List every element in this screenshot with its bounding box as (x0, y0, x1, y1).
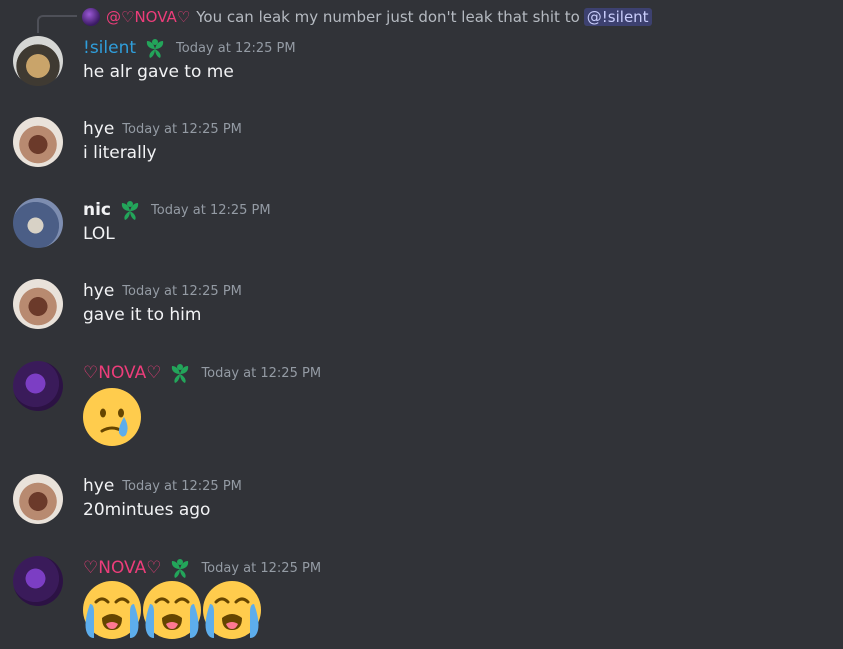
author-name[interactable]: ♡NOVA♡ (83, 363, 161, 383)
author-name[interactable]: hye (83, 476, 114, 496)
message-content: gave it to him (83, 305, 202, 325)
message-header: ♡NOVA♡ Today at 12:25 PM (83, 556, 321, 580)
message-content: i literally (83, 143, 157, 163)
loudly-crying-face-emoji[interactable] (82, 580, 142, 640)
message-content: he alr gave to me (83, 62, 234, 82)
emoji-row (82, 387, 142, 447)
timestamp: Today at 12:25 PM (122, 121, 242, 137)
avatar[interactable] (13, 361, 63, 411)
reply-author[interactable]: @♡NOVA♡ (106, 8, 190, 26)
author-name[interactable]: hye (83, 281, 114, 301)
timestamp: Today at 12:25 PM (122, 478, 242, 494)
avatar[interactable] (13, 198, 63, 248)
reply-spine (37, 15, 77, 33)
chat-message-list: @♡NOVA♡ You can leak my number just don'… (0, 0, 843, 649)
timestamp: Today at 12:25 PM (176, 40, 296, 56)
author-name[interactable]: !silent (83, 38, 136, 58)
message-header: nic Today at 12:25 PM (83, 198, 271, 222)
author-name[interactable]: nic (83, 200, 111, 220)
role-icon[interactable] (142, 36, 168, 60)
reply-text: You can leak my number just don't leak t… (196, 8, 580, 26)
loudly-crying-face-emoji[interactable] (202, 580, 262, 640)
message-header: !silent Today at 12:25 PM (83, 36, 296, 60)
timestamp: Today at 12:25 PM (201, 560, 322, 576)
message-header: hye Today at 12:25 PM (83, 474, 242, 498)
timestamp: Today at 12:25 PM (151, 202, 271, 218)
message-content: LOL (83, 224, 115, 244)
loudly-crying-face-emoji[interactable] (142, 580, 202, 640)
timestamp: Today at 12:25 PM (201, 365, 322, 381)
author-name[interactable]: hye (83, 119, 114, 139)
message-content: 20mintues ago (83, 500, 211, 520)
avatar[interactable] (13, 117, 63, 167)
emoji-row (82, 580, 262, 640)
role-icon[interactable] (167, 361, 193, 385)
message-header: hye Today at 12:25 PM (83, 117, 242, 141)
avatar[interactable] (13, 36, 63, 86)
reply-reference[interactable]: @♡NOVA♡ You can leak my number just don'… (82, 6, 652, 28)
avatar[interactable] (13, 474, 63, 524)
reply-avatar (82, 8, 100, 26)
mention-silent[interactable]: @!silent (583, 8, 652, 26)
role-icon[interactable] (167, 556, 193, 580)
message-header: ♡NOVA♡ Today at 12:25 PM (83, 361, 321, 385)
author-name[interactable]: ♡NOVA♡ (83, 558, 161, 578)
face-holding-back-tears-emoji[interactable] (82, 387, 142, 447)
avatar[interactable] (13, 279, 63, 329)
timestamp: Today at 12:25 PM (122, 283, 242, 299)
message-header: hye Today at 12:25 PM (83, 279, 242, 303)
role-icon[interactable] (117, 198, 143, 222)
avatar[interactable] (13, 556, 63, 606)
